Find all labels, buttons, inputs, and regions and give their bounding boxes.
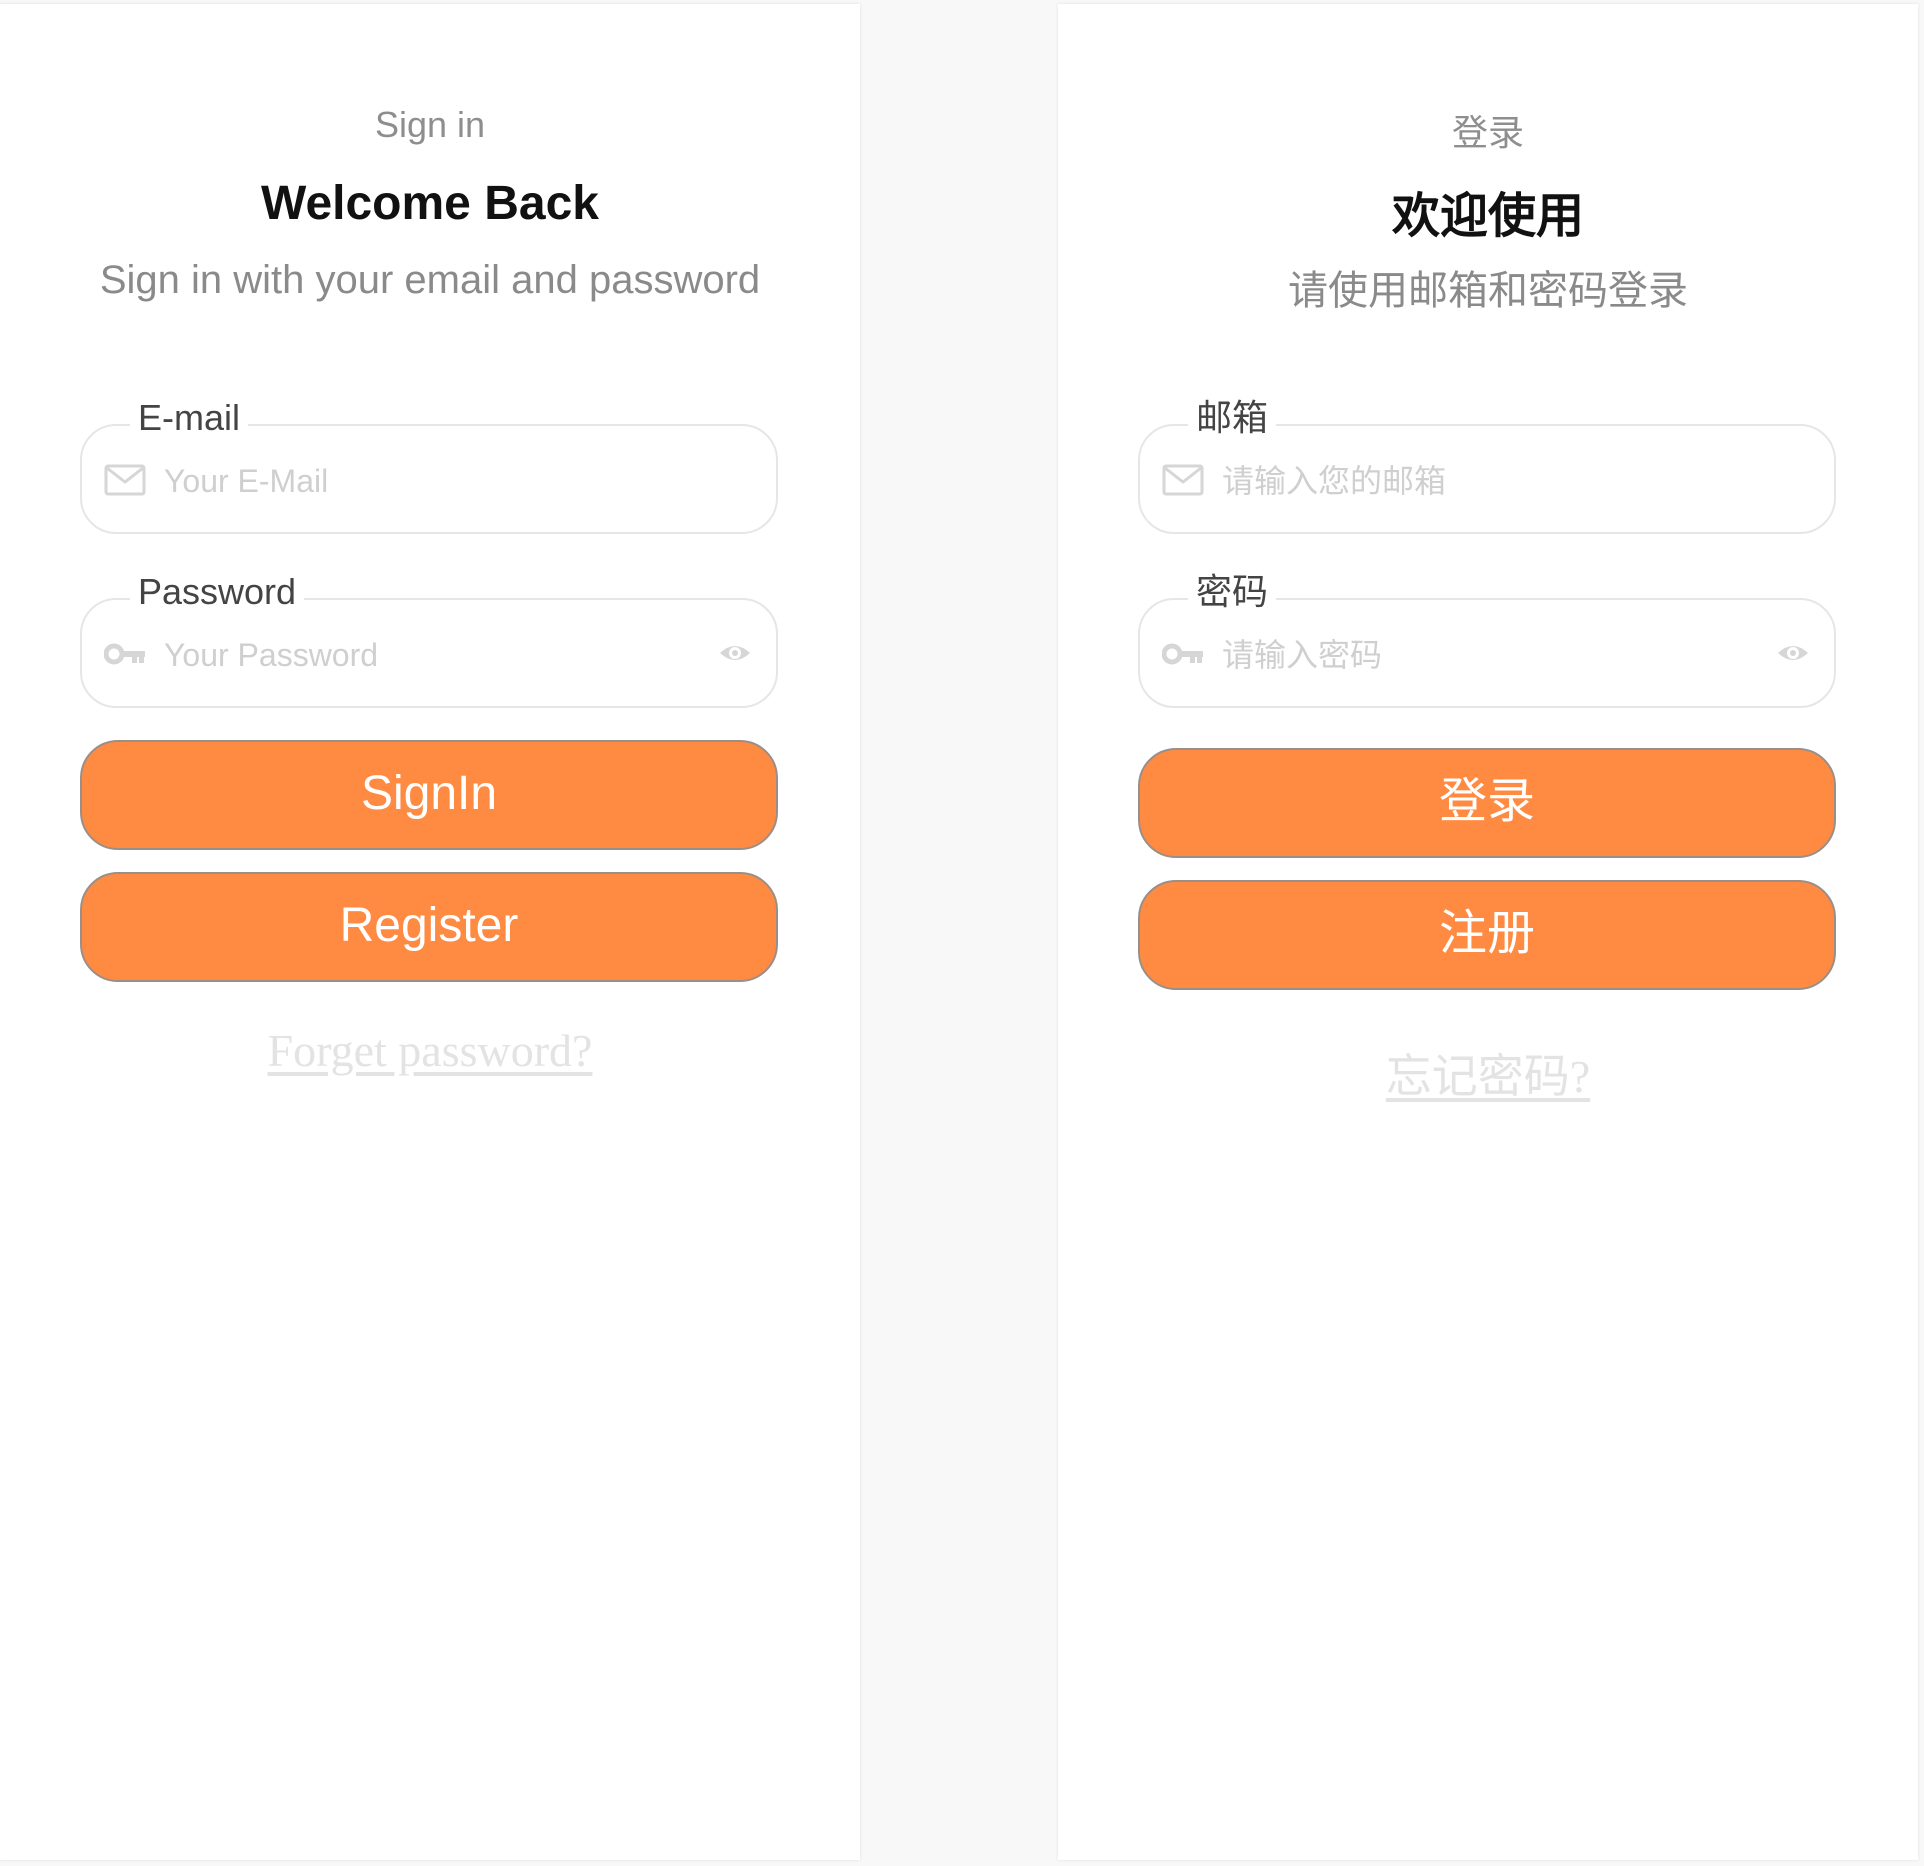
eye-icon[interactable] [1776,638,1810,668]
signin-button[interactable]: 登录 [1138,748,1836,858]
page-subtitle: 请使用邮箱和密码登录 [1288,269,1688,313]
password-field-label: 密码 [1188,570,1277,614]
mail-icon [1162,464,1204,496]
login-screen-zh: 登录 欢迎使用 请使用邮箱和密码登录 邮箱 密码 登录 注册 忘记密码? [1058,4,1918,1860]
page-subtitle: Sign in with your email and password [99,258,761,302]
register-button[interactable]: Register [80,872,778,982]
email-input[interactable] [1220,450,1754,512]
eye-icon[interactable] [718,638,752,668]
login-screen-en: Sign in Welcome Back Sign in with your e… [0,4,860,1860]
register-button[interactable]: 注册 [1138,880,1836,990]
email-field-label: 邮箱 [1188,396,1277,440]
key-icon [104,643,145,665]
page-title: Welcome Back [261,177,599,230]
page-eyebrow: 登录 [1451,112,1524,153]
signin-button[interactable]: SignIn [80,740,778,850]
password-field[interactable]: 密码 [1138,570,1836,708]
password-input[interactable] [162,624,696,686]
page-eyebrow: Sign in [374,104,486,145]
password-input[interactable] [1220,624,1754,686]
mail-icon [104,464,146,496]
forgot-password-link[interactable]: 忘记密码? [1058,1040,1918,1106]
email-field-label: E-mail [130,396,249,440]
page-title: 欢迎使用 [1391,190,1584,243]
key-icon [1162,643,1203,665]
password-field[interactable]: Password [80,570,778,708]
email-field[interactable]: 邮箱 [1138,396,1836,534]
password-field-label: Password [130,570,305,614]
email-field[interactable]: E-mail [80,396,778,534]
forgot-password-link[interactable]: Forget password? [0,1024,860,1077]
email-input[interactable] [162,450,696,512]
